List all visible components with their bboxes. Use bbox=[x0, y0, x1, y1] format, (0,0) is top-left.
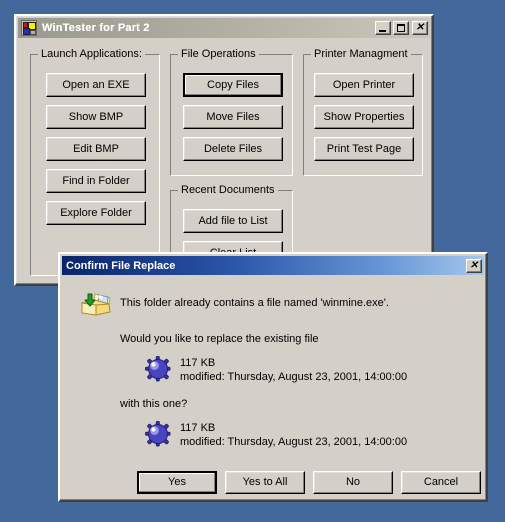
open-an-exe-button[interactable]: Open an EXE bbox=[46, 73, 146, 97]
main-window-client-area: Launch Applications: Open an EXE Show BM… bbox=[18, 38, 430, 282]
move-files-button[interactable]: Move Files bbox=[183, 105, 283, 129]
app-icon bbox=[21, 20, 37, 36]
new-file-mine-icon bbox=[144, 420, 172, 448]
new-file-size: 117 KB bbox=[180, 422, 216, 434]
existing-file-size: 117 KB bbox=[180, 357, 216, 369]
main-window-title: WinTester for Part 2 bbox=[42, 22, 150, 34]
edit-bmp-button[interactable]: Edit BMP bbox=[46, 137, 146, 161]
open-printer-button[interactable]: Open Printer bbox=[314, 73, 414, 97]
dialog-close-button[interactable]: ✕ bbox=[466, 258, 482, 273]
close-button[interactable]: ✕ bbox=[412, 21, 428, 35]
minimize-button[interactable] bbox=[375, 21, 391, 35]
group-file-operations-title: File Operations bbox=[178, 48, 259, 60]
yes-to-all-button[interactable]: Yes to All bbox=[225, 471, 305, 494]
existing-file-modified: modified: Thursday, August 23, 2001, 14:… bbox=[180, 371, 408, 383]
cancel-button[interactable]: Cancel bbox=[401, 471, 481, 494]
group-launch-applications-title: Launch Applications: bbox=[38, 48, 145, 60]
close-icon: ✕ bbox=[415, 22, 425, 33]
find-in-folder-button[interactable]: Find in Folder bbox=[46, 169, 146, 193]
no-button[interactable]: No bbox=[313, 471, 393, 494]
group-printer-management: Printer Managment Open Printer Show Prop… bbox=[303, 48, 423, 176]
print-test-page-button[interactable]: Print Test Page bbox=[314, 137, 414, 161]
delete-files-button[interactable]: Delete Files bbox=[183, 137, 283, 161]
maximize-button[interactable] bbox=[393, 21, 409, 35]
show-bmp-button[interactable]: Show BMP bbox=[46, 105, 146, 129]
dialog-message: This folder already contains a file name… bbox=[120, 297, 389, 309]
explore-folder-button[interactable]: Explore Folder bbox=[46, 201, 146, 225]
group-launch-applications: Launch Applications: Open an EXE Show BM… bbox=[30, 48, 160, 276]
dialog-titlebar[interactable]: Confirm File Replace ✕ bbox=[62, 256, 484, 275]
copy-replace-icon bbox=[79, 292, 113, 322]
copy-files-button[interactable]: Copy Files bbox=[183, 73, 283, 97]
close-icon: ✕ bbox=[469, 259, 479, 271]
main-window[interactable]: WinTester for Part 2 ✕ Launch Applicatio… bbox=[14, 14, 434, 286]
confirm-file-replace-dialog[interactable]: Confirm File Replace ✕ This folder alrea… bbox=[58, 252, 488, 502]
group-printer-management-title: Printer Managment bbox=[311, 48, 411, 60]
group-file-operations: File Operations Copy Files Move Files De… bbox=[170, 48, 293, 176]
dialog-client-area: This folder already contains a file name… bbox=[62, 275, 484, 498]
new-file-modified: modified: Thursday, August 23, 2001, 14:… bbox=[180, 436, 408, 448]
show-properties-button[interactable]: Show Properties bbox=[314, 105, 414, 129]
group-recent-documents-title: Recent Documents bbox=[178, 184, 278, 196]
dialog-title: Confirm File Replace bbox=[66, 259, 176, 272]
yes-button[interactable]: Yes bbox=[137, 471, 217, 494]
main-window-titlebar[interactable]: WinTester for Part 2 ✕ bbox=[18, 18, 430, 38]
dialog-question-before: Would you like to replace the existing f… bbox=[120, 333, 319, 345]
dialog-question-after: with this one? bbox=[120, 398, 188, 410]
add-file-to-list-button[interactable]: Add file to List bbox=[183, 209, 283, 233]
main-window-controls: ✕ bbox=[373, 21, 428, 35]
existing-file-mine-icon bbox=[144, 355, 172, 383]
